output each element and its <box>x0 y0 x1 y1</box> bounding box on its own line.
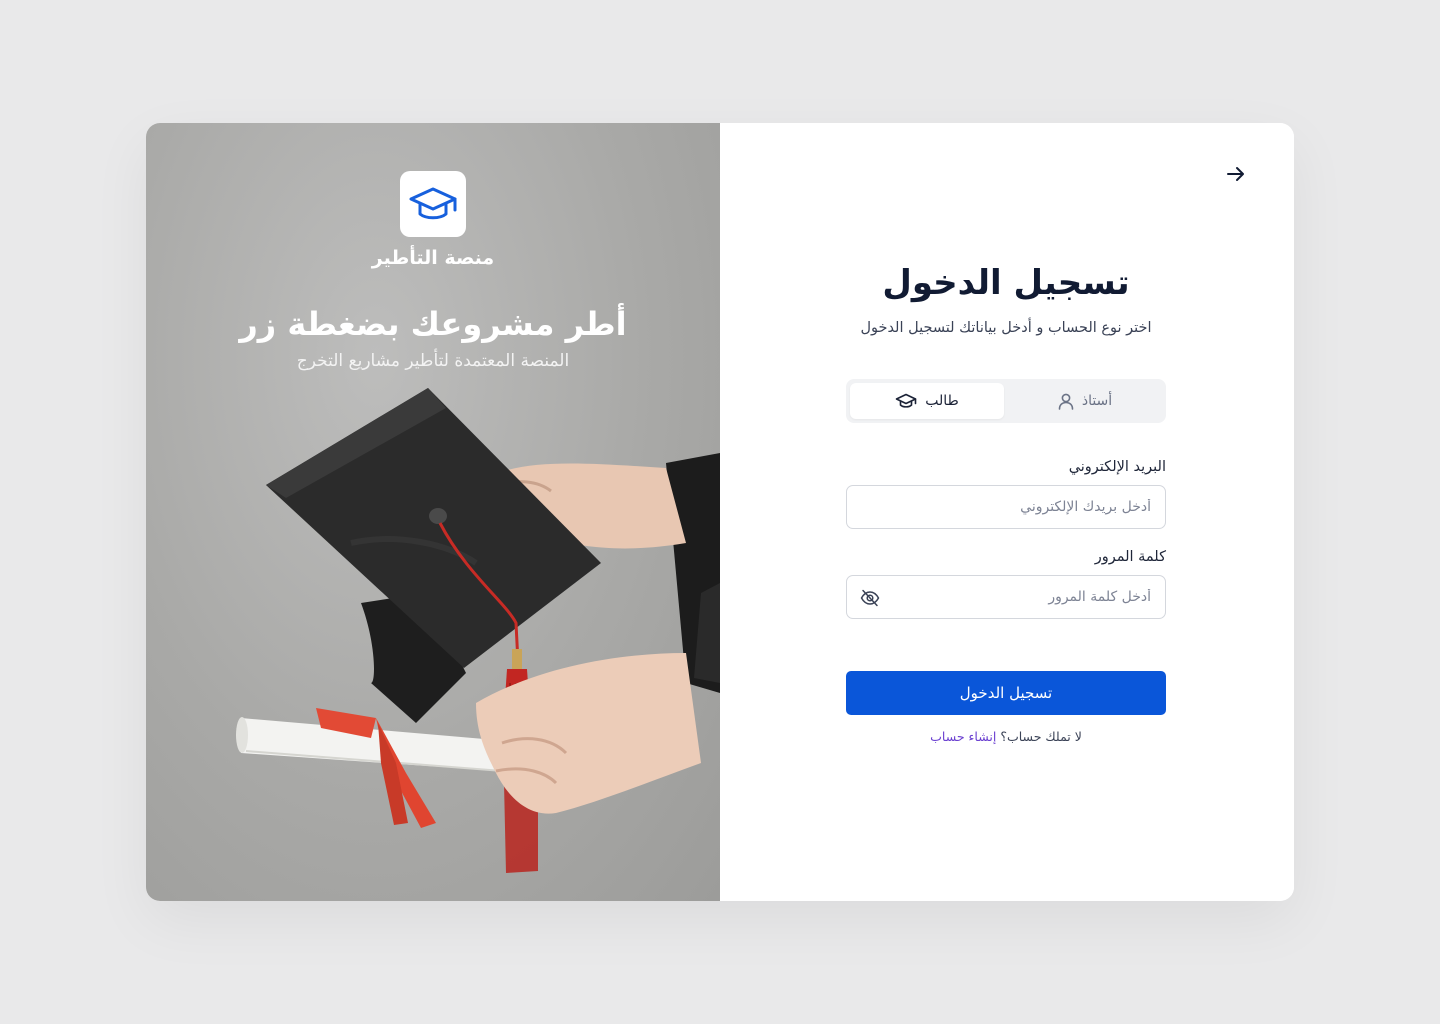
graduation-photo <box>236 388 720 873</box>
no-account-text: لا تملك حساب؟ <box>1000 729 1082 744</box>
account-type-label: أستاذ <box>1081 393 1113 409</box>
email-label: البريد الإلكتروني <box>1068 459 1166 475</box>
password-label: كلمة المرور <box>1094 549 1166 565</box>
login-card: منصة التأطير أطر مشروعك بضغطة زر المنصة … <box>146 123 1294 901</box>
account-type-student[interactable]: طالب <box>850 383 1004 419</box>
hero-subtitle: المنصة المعتمدة لتأطير مشاريع التخرج <box>296 351 570 371</box>
brand-logo <box>400 171 466 237</box>
page-subtitle: اختر نوع الحساب و أدخل بياناتك لتسجيل ال… <box>860 320 1152 336</box>
toggle-password-visibility[interactable] <box>859 587 881 609</box>
signup-link[interactable]: إنشاء حساب <box>930 729 996 744</box>
eye-off-icon <box>860 589 880 607</box>
signup-prompt: لا تملك حساب؟ إنشاء حساب <box>846 729 1166 744</box>
email-field[interactable] <box>847 486 1165 528</box>
graduation-cap-icon <box>409 187 457 220</box>
back-button[interactable] <box>1220 161 1252 187</box>
account-type-teacher[interactable]: أستاذ <box>1008 383 1162 419</box>
graduation-cap-icon <box>895 393 917 408</box>
page-title: تسجيل الدخول <box>882 263 1130 303</box>
password-field-wrapper <box>846 575 1166 619</box>
arrow-right-icon <box>1227 167 1244 181</box>
email-field-wrapper <box>846 485 1166 529</box>
hero-panel: منصة التأطير أطر مشروعك بضغطة زر المنصة … <box>146 123 720 901</box>
password-field[interactable] <box>847 576 1165 618</box>
account-type-toggle: طالب أستاذ <box>846 379 1166 423</box>
account-type-label: طالب <box>925 393 959 409</box>
user-icon <box>1058 393 1074 410</box>
login-button[interactable]: تسجيل الدخول <box>846 671 1166 715</box>
hero-headline: أطر مشروعك بضغطة زر <box>239 305 627 343</box>
login-panel: تسجيل الدخول اختر نوع الحساب و أدخل بيان… <box>720 123 1294 901</box>
brand-name: منصة التأطير <box>371 247 495 269</box>
